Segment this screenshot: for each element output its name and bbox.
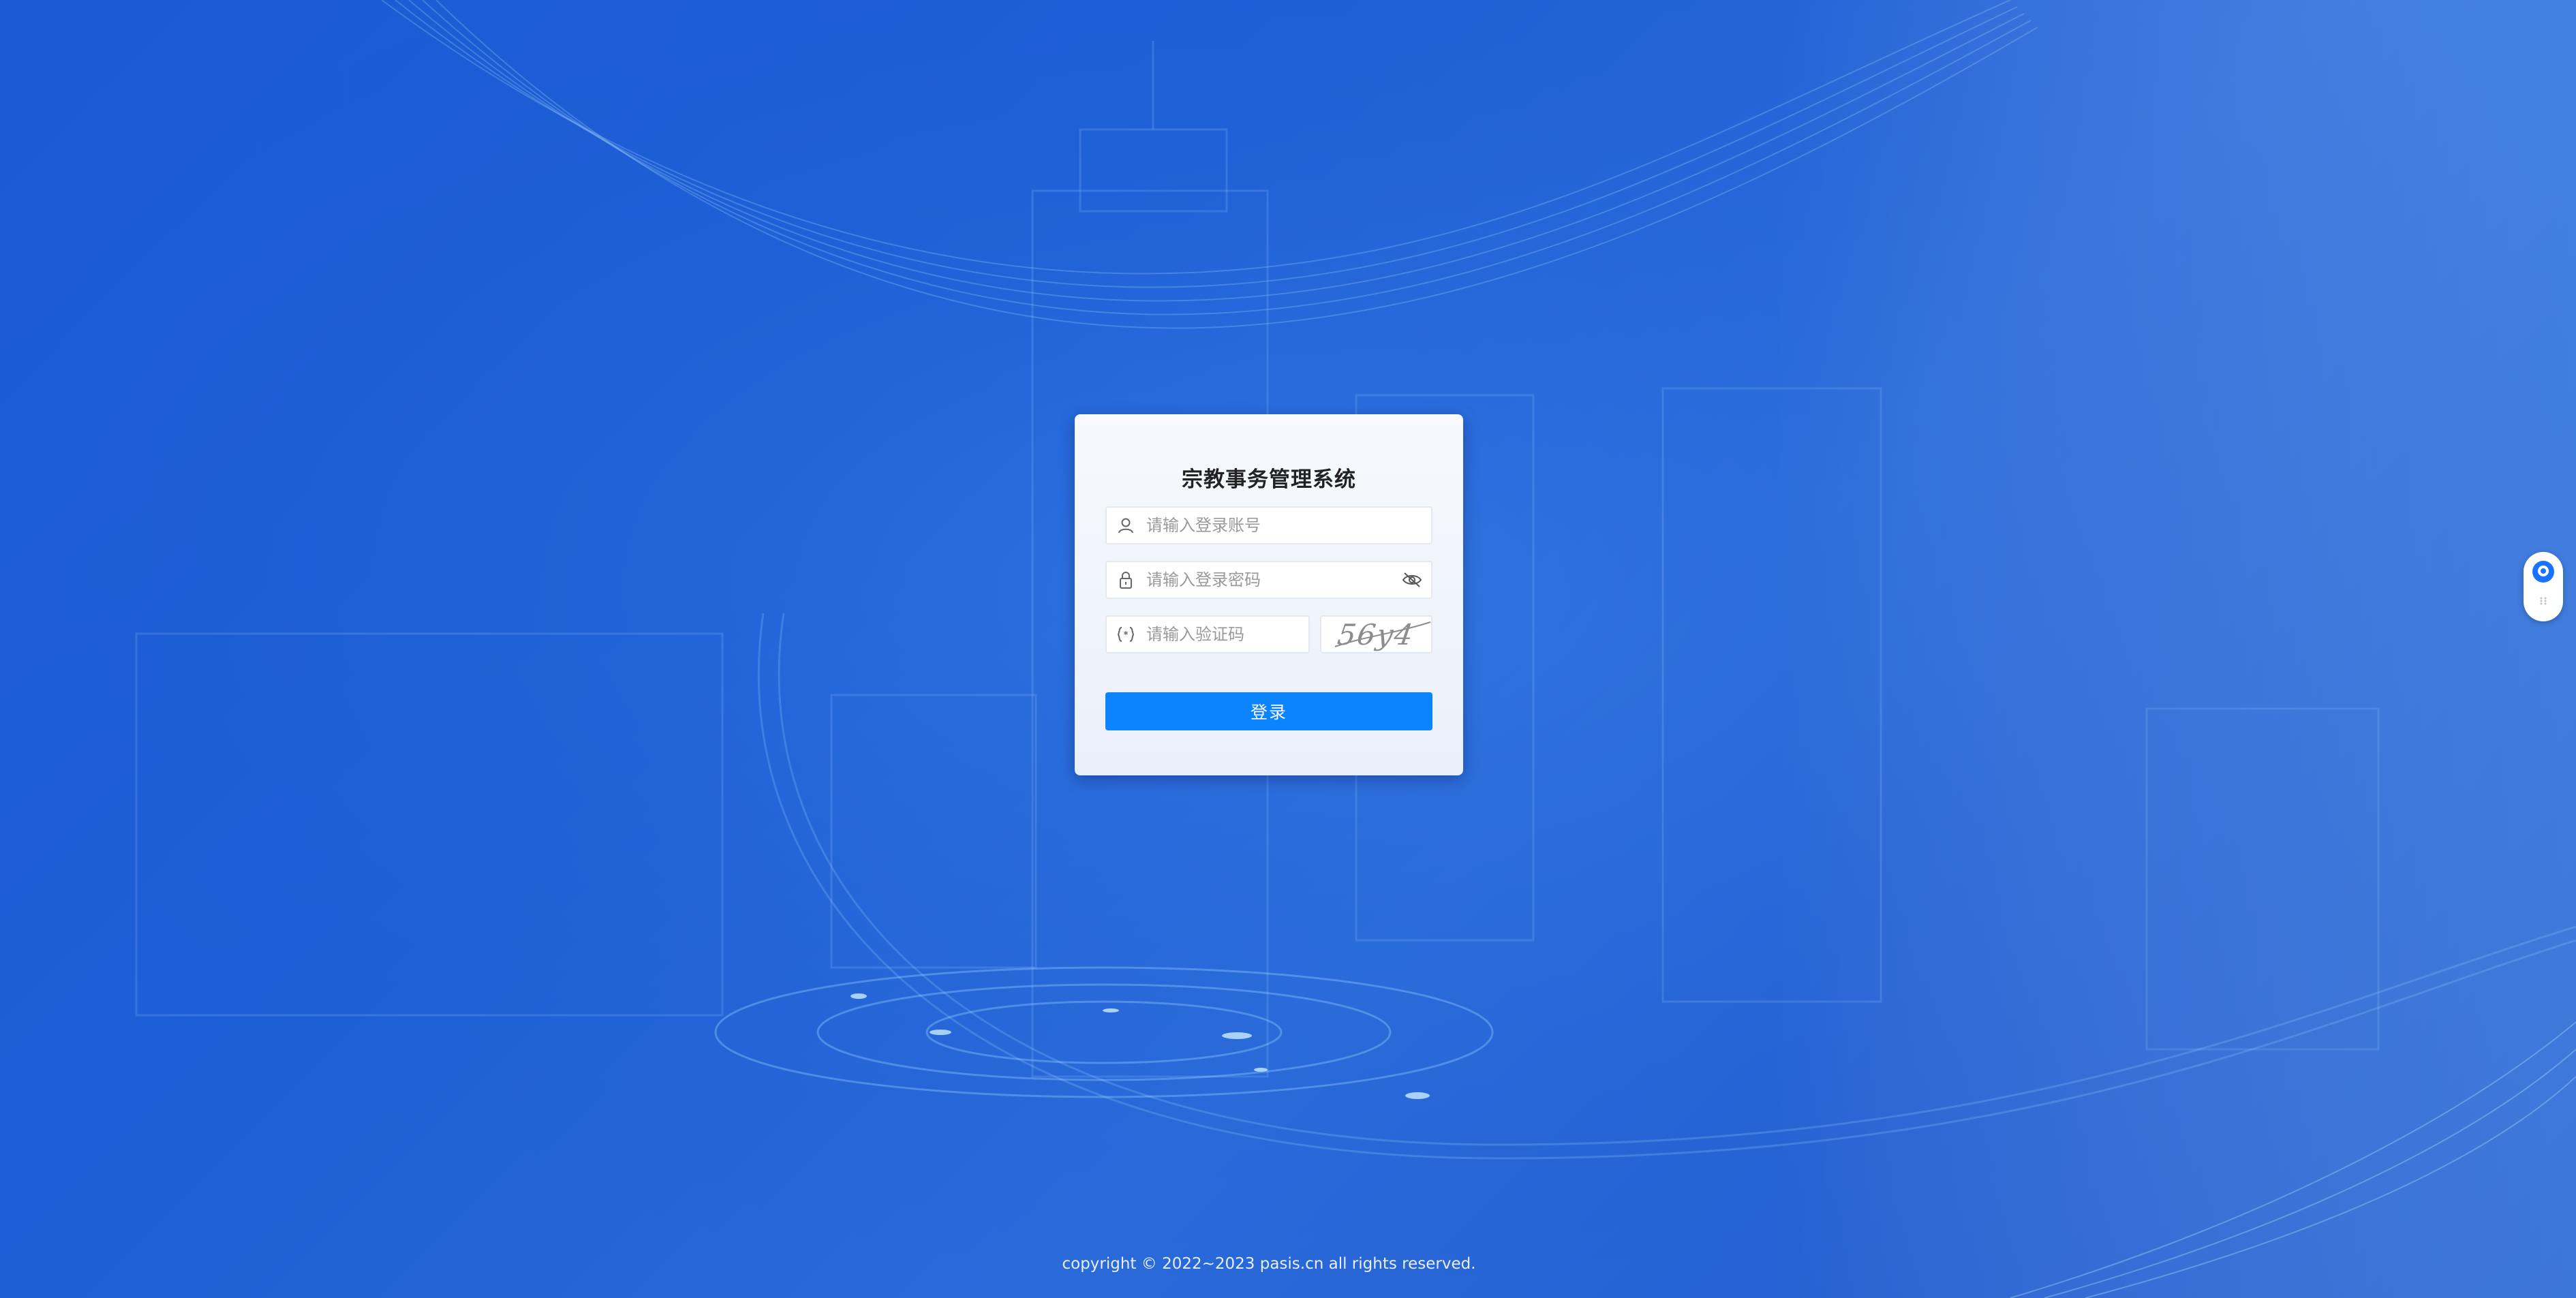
assistant-widget[interactable] (2524, 552, 2563, 621)
footer-copyright: copyright © 2022~2023 pasis.cn all right… (1062, 1255, 1476, 1273)
captcha-input[interactable] (1146, 617, 1303, 652)
captcha-field[interactable]: * (1105, 615, 1310, 653)
login-button[interactable]: 登录 (1105, 692, 1432, 730)
password-field[interactable] (1105, 561, 1432, 599)
login-card: 宗教事务管理系统 请输入登录账号 * 请输入验证码 56y4 登录 (1075, 414, 1463, 775)
svg-text:*: * (1124, 630, 1129, 640)
password-input[interactable] (1146, 562, 1385, 598)
eye-off-icon[interactable] (1401, 570, 1423, 589)
user-icon (1116, 516, 1135, 535)
code-braces-icon: * (1116, 625, 1135, 644)
page-title: 宗教事务管理系统 (1182, 467, 1356, 492)
assistant-icon (2532, 560, 2555, 583)
username-input[interactable] (1146, 508, 1419, 543)
username-field[interactable] (1105, 506, 1432, 544)
captcha-image[interactable]: 56y4 (1320, 615, 1432, 653)
drag-handle-icon[interactable] (2539, 596, 2547, 605)
lock-icon (1116, 570, 1135, 589)
